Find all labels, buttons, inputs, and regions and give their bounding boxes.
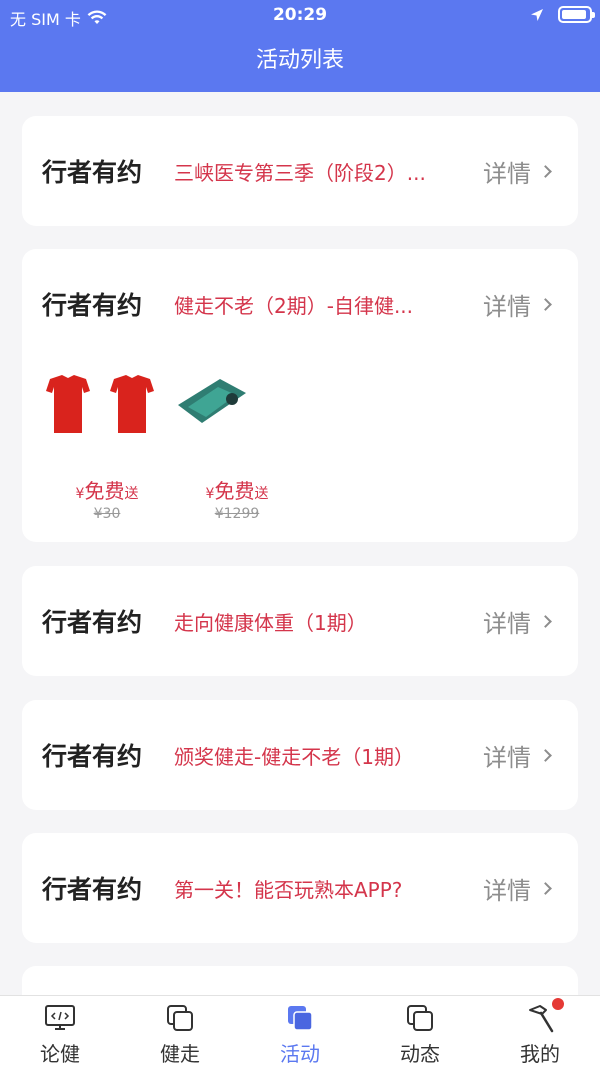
- activity-detail-link[interactable]: 详情: [483, 738, 552, 773]
- activity-detail-link[interactable]: 详情: [483, 154, 552, 189]
- chevron-right-icon: [539, 881, 552, 895]
- activity-brand: 行者有约: [42, 875, 143, 904]
- battery-icon: [558, 6, 595, 23]
- activity-brand: 行者有约: [42, 158, 143, 187]
- prize-original-price: ¥1299: [214, 506, 260, 522]
- activity-card[interactable]: 行者有约 三峡医专第三季（阶段2）... 详情: [22, 116, 578, 226]
- prize-item[interactable]: ¥免费送 ¥1299: [172, 373, 302, 522]
- activity-title: 第一关！能否玩熟本APP?: [174, 877, 403, 902]
- status-right: [530, 6, 595, 23]
- notification-badge: [552, 998, 564, 1010]
- activity-card[interactable]: [22, 966, 578, 995]
- prize-price: ¥免费送: [75, 479, 139, 503]
- detail-label: 详情: [483, 159, 531, 188]
- chevron-right-icon: [539, 748, 552, 762]
- activity-title: 走向健康体重（1期）: [174, 610, 367, 635]
- stacked-squares-icon: [164, 1004, 196, 1034]
- detail-label: 详情: [483, 743, 531, 772]
- activity-brand: 行者有约: [42, 291, 143, 320]
- activity-title: 健走不老（2期）-自律健...: [174, 293, 414, 318]
- activity-brand: 行者有约: [42, 742, 143, 771]
- tab-label: 我的: [520, 1042, 560, 1066]
- tab-wode[interactable]: 我的: [480, 996, 600, 1067]
- phone-image: [172, 373, 294, 435]
- chevron-right-icon: [539, 614, 552, 628]
- prize-price: ¥免费送: [205, 479, 269, 503]
- activity-detail-link[interactable]: 详情: [483, 871, 552, 906]
- activity-card[interactable]: 行者有约 颁奖健走-健走不老（1期） 详情: [22, 700, 578, 810]
- activity-title: 颁奖健走-健走不老（1期）: [174, 744, 414, 769]
- prize-item[interactable]: ¥免费送 ¥30: [42, 373, 172, 522]
- tab-label: 动态: [400, 1042, 440, 1066]
- activity-list[interactable]: 行者有约 三峡医专第三季（阶段2）... 详情 行者有约 健走不老（2期）-自律…: [0, 92, 600, 995]
- activity-title: 三峡医专第三季（阶段2）...: [174, 160, 426, 185]
- activity-detail-link[interactable]: 详情: [483, 604, 552, 639]
- activity-card[interactable]: 行者有约 健走不老（2期）-自律健... 详情 ¥免费送 ¥30 ¥免费送 ¥1…: [22, 249, 578, 542]
- tab-label: 健走: [160, 1042, 200, 1066]
- detail-label: 详情: [483, 609, 531, 638]
- tab-bar: 论健 健走 活动 动态 我的: [0, 995, 600, 1067]
- detail-label: 详情: [483, 292, 531, 321]
- navigation-bar: 活动列表: [0, 32, 600, 92]
- page-title: 活动列表: [255, 48, 344, 73]
- hammer-icon: [524, 1004, 556, 1034]
- tab-lunjian[interactable]: 论健: [0, 996, 120, 1067]
- tab-dongtai[interactable]: 动态: [360, 996, 480, 1067]
- activity-card[interactable]: 行者有约 第一关！能否玩熟本APP? 详情: [22, 833, 578, 943]
- activity-detail-link[interactable]: 详情: [483, 287, 552, 322]
- prize-original-price: ¥30: [93, 506, 121, 522]
- monitor-code-icon: [44, 1004, 76, 1034]
- tab-huodong[interactable]: 活动: [240, 996, 360, 1067]
- activity-card[interactable]: 行者有约 走向健康体重（1期） 详情: [22, 566, 578, 676]
- activity-brand: 行者有约: [42, 608, 143, 637]
- chevron-right-icon: [539, 164, 552, 178]
- status-bar: 无 SIM 卡 20:29: [0, 0, 600, 32]
- stacked-squares-icon: [404, 1004, 436, 1034]
- tab-jianzou[interactable]: 健走: [120, 996, 240, 1067]
- detail-label: 详情: [483, 876, 531, 905]
- status-time: 20:29: [272, 5, 328, 25]
- stacked-squares-filled-icon: [284, 1004, 316, 1034]
- location-arrow-icon: [531, 8, 543, 21]
- chevron-right-icon: [539, 297, 552, 311]
- t-shirt-image: [42, 373, 164, 435]
- tab-label: 论健: [40, 1042, 80, 1066]
- tab-label: 活动: [280, 1042, 320, 1066]
